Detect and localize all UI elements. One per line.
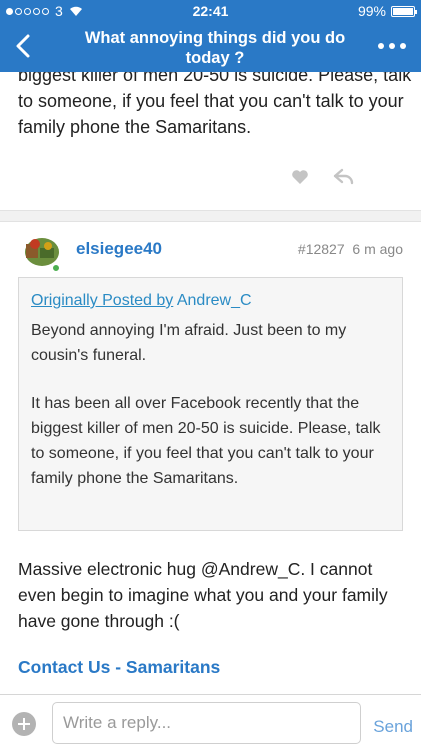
quote-header: Originally Posted by Andrew_C bbox=[31, 292, 390, 310]
nav-bar: What annoying things did you do today ? bbox=[0, 22, 421, 72]
status-bar: 3 22:41 99% bbox=[0, 0, 421, 22]
status-right: 99% bbox=[357, 3, 417, 19]
quote-author[interactable]: Andrew_C bbox=[177, 292, 252, 309]
more-dot-icon bbox=[378, 43, 384, 49]
heart-icon[interactable] bbox=[291, 169, 309, 185]
quote-block: Originally Posted by Andrew_C Beyond ann… bbox=[18, 277, 403, 531]
quote-paragraph: It has been all over Facebook recently t… bbox=[31, 395, 381, 487]
more-dot-icon bbox=[389, 43, 395, 49]
back-button[interactable] bbox=[6, 28, 42, 64]
online-status-indicator bbox=[51, 263, 61, 273]
chevron-left-icon bbox=[16, 34, 30, 58]
more-dot-icon bbox=[400, 43, 406, 49]
reply-bar: Send bbox=[0, 694, 421, 750]
post-meta: #12827 6 m ago bbox=[298, 241, 403, 257]
post-username[interactable]: elsiegee40 bbox=[76, 239, 162, 259]
battery-icon bbox=[391, 5, 417, 17]
previous-post-text: biggest killer of men 20-50 is suicide. … bbox=[18, 72, 412, 137]
more-options-button[interactable] bbox=[375, 36, 409, 56]
post-header: elsiegee40 #12827 6 m ago bbox=[0, 222, 421, 282]
thread-content[interactable]: biggest killer of men 20-50 is suicide. … bbox=[0, 72, 421, 690]
page-title: What annoying things did you do today ? bbox=[84, 29, 346, 67]
previous-post-actions bbox=[0, 166, 421, 196]
samaritans-link[interactable]: Contact Us - Samaritans bbox=[18, 657, 220, 678]
reply-input[interactable] bbox=[52, 702, 361, 744]
quote-paragraph: Beyond annoying I'm afraid. Just been to… bbox=[31, 322, 347, 364]
reply-icon[interactable] bbox=[333, 168, 355, 186]
battery-percent: 99% bbox=[357, 3, 386, 19]
post-body-text: Massive electronic hug @Andrew_C. I cann… bbox=[18, 559, 388, 631]
quote-source-link[interactable]: Originally Posted by bbox=[31, 292, 173, 309]
post-number[interactable]: #12827 bbox=[298, 241, 345, 257]
add-attachment-button[interactable] bbox=[12, 712, 36, 736]
post-timestamp: 6 m ago bbox=[352, 241, 403, 257]
send-button[interactable]: Send bbox=[373, 717, 413, 737]
post-divider bbox=[0, 210, 421, 222]
